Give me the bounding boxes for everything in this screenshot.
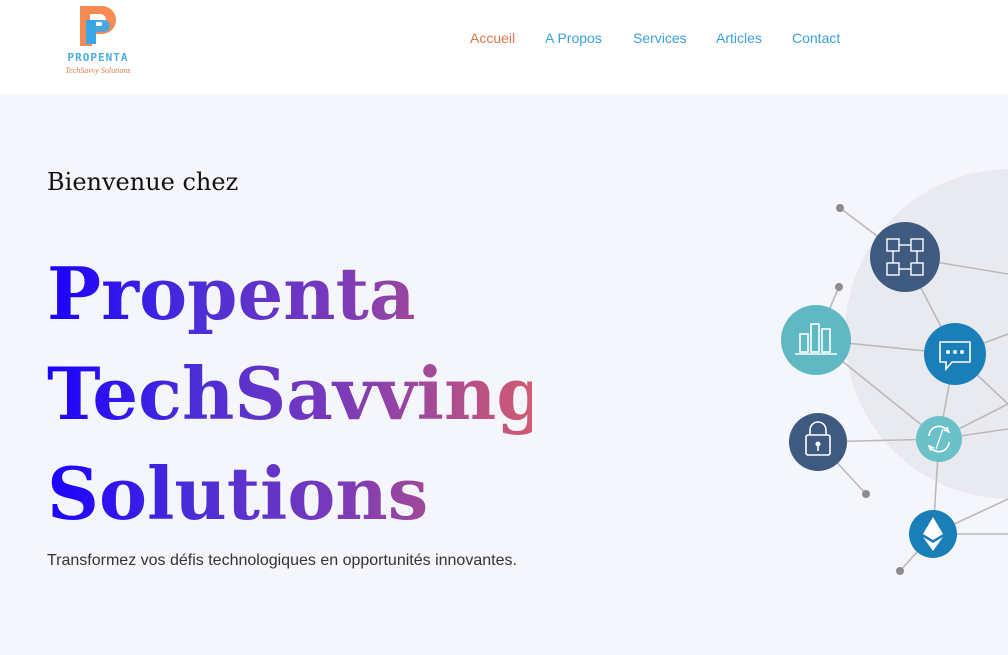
padlock-icon: [789, 413, 847, 471]
propenta-logo-icon: [80, 6, 116, 46]
ethereum-icon: [909, 510, 957, 558]
bar-chart-icon: [781, 305, 851, 375]
nav-link-a-propos[interactable]: A Propos: [545, 30, 602, 46]
hero-subtitle: Transformez vos défis technologiques en …: [47, 552, 517, 569]
hero-welcome-text: Bienvenue chez: [47, 168, 239, 196]
network-dot: [862, 490, 870, 498]
brand-name: PROPENTA: [67, 51, 129, 64]
nav-link-articles[interactable]: Articles: [716, 30, 762, 46]
blockchain-cubes-icon: [870, 222, 940, 292]
refresh-cycle-icon: [916, 416, 962, 462]
network-dot: [896, 567, 904, 575]
network-dot: [835, 283, 843, 291]
headline-line-2: TechSavving: [47, 344, 547, 444]
nav-link-accueil[interactable]: Accueil: [470, 30, 515, 46]
blockchain-network-illustration: [781, 169, 1008, 575]
site-header: PROPENTA TechSavvy Solutions Accueil A P…: [0, 0, 1008, 94]
nav-link-contact[interactable]: Contact: [792, 30, 840, 46]
headline-line-1: Propenta: [47, 244, 416, 344]
network-dot: [836, 204, 844, 212]
hero-section: Bienvenue chez Propenta TechSavving Solu…: [0, 94, 1008, 655]
headline-line-3: Solutions: [47, 444, 428, 544]
nav-link-services[interactable]: Services: [633, 30, 687, 46]
chat-bubble-icon: [924, 323, 986, 385]
brand-tagline: TechSavvy Solutions: [65, 66, 131, 75]
brand-logo[interactable]: PROPENTA TechSavvy Solutions: [56, 2, 140, 78]
hero-headline: Propenta TechSavving Solutions: [47, 244, 547, 544]
